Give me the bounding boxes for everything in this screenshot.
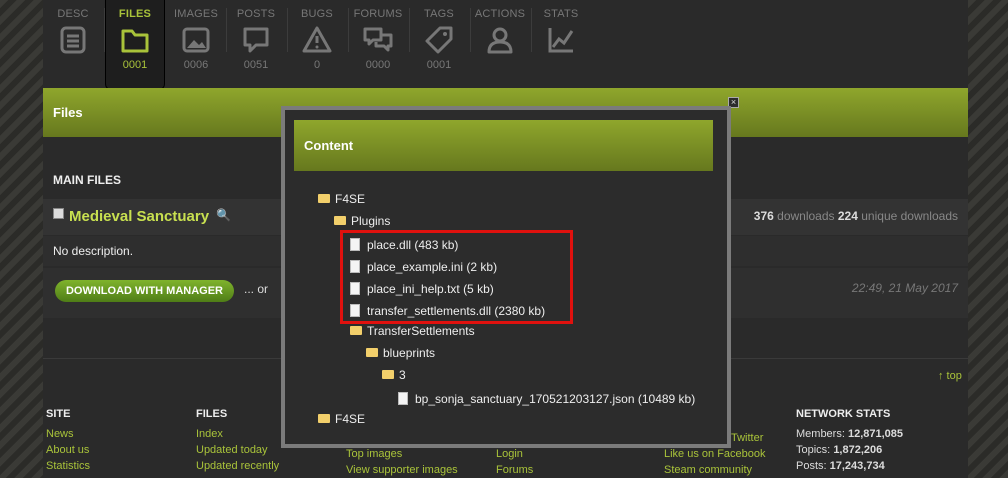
folder-icon	[318, 194, 330, 203]
main-files-heading: MAIN FILES	[53, 173, 121, 187]
footer-link[interactable]: About us	[46, 442, 90, 458]
highlight-box	[340, 230, 573, 324]
tab-label: DESC	[57, 8, 89, 20]
footer-link[interactable]: Updated today	[196, 442, 279, 458]
file-name-link[interactable]: Medieval Sanctuary	[69, 208, 209, 225]
folder-icon	[334, 216, 346, 225]
tab-bugs[interactable]: BUGS 0	[287, 0, 347, 90]
file-icon	[398, 392, 408, 405]
file-date: 22:49, 21 May 2017	[851, 281, 958, 295]
folder-icon	[121, 29, 149, 53]
tree-folder[interactable]: TransferSettlements	[350, 324, 475, 338]
tag-icon	[425, 26, 453, 54]
tab-stats[interactable]: STATS	[531, 0, 591, 90]
folder-icon	[350, 326, 362, 335]
tab-label: ACTIONS	[474, 8, 526, 20]
user-icon	[487, 27, 513, 54]
footer-link[interactable]: Statistics	[46, 458, 90, 474]
footer-files: FILES Index Updated today Updated recent…	[196, 408, 280, 474]
tree-folder[interactable]: 3	[382, 368, 406, 382]
tab-images[interactable]: IMAGES 0006	[166, 0, 226, 90]
tab-label: POSTS	[236, 8, 276, 20]
speech-bubble-icon	[243, 27, 269, 53]
tab-label: FORUMS	[353, 8, 403, 20]
footer-link[interactable]: News	[46, 426, 90, 442]
tab-actions[interactable]: ACTIONS	[470, 0, 530, 90]
or-text: ... or	[244, 282, 269, 296]
tab-count: 0000	[365, 59, 391, 71]
tab-label: BUGS	[301, 8, 333, 20]
topics-stat: Topics: 1,872,206	[796, 444, 883, 456]
footer-link[interactable]: Top images	[346, 446, 458, 462]
tab-count: 0	[313, 59, 321, 71]
tab-count: 0051	[243, 59, 269, 71]
members-stat: Members: 12,871,085	[796, 428, 904, 440]
tab-count: 0001	[426, 59, 452, 71]
footer-site: SITE News About us Statistics	[46, 408, 91, 474]
tab-count: 0006	[183, 59, 209, 71]
footer-link[interactable]: Updated recently	[196, 458, 279, 474]
steam-link[interactable]: Steam community	[646, 462, 766, 478]
top-link[interactable]: ↑ top	[938, 370, 962, 382]
chat-bubbles-icon	[363, 27, 393, 52]
folder-icon	[382, 370, 394, 379]
chart-icon	[548, 28, 574, 53]
download-stats: 376 downloads 224 unique downloads	[753, 209, 958, 223]
files-title: Files	[53, 105, 83, 120]
folder-icon	[318, 414, 330, 423]
tree-folder[interactable]: F4SE	[318, 192, 365, 206]
footer-network-stats: NETWORK STATS Members: 12,871,085 Topics…	[796, 408, 904, 472]
tab-desc[interactable]: DESC	[43, 0, 103, 90]
footer-link[interactable]: View supporter images	[346, 462, 458, 478]
document-icon	[60, 26, 86, 54]
footer-link[interactable]: Index	[196, 426, 279, 442]
footer-account: Login Forums	[496, 446, 533, 478]
folder-icon	[366, 348, 378, 357]
footer-link[interactable]: Login	[496, 446, 533, 462]
warning-icon	[302, 26, 332, 53]
tab-count: 0001	[122, 59, 148, 71]
tree-folder[interactable]: blueprints	[366, 346, 435, 360]
left-decoration	[0, 0, 43, 478]
facebook-link[interactable]: Like us on Facebook	[646, 446, 766, 462]
tab-label: STATS	[543, 8, 579, 20]
tree-folder[interactable]: F4SE	[318, 412, 365, 426]
tab-files[interactable]: FILES 0001	[105, 0, 165, 90]
modal-header: Content	[294, 120, 713, 171]
tab-forums[interactable]: FORUMS 0000	[348, 0, 408, 90]
disk-icon	[53, 208, 64, 219]
tab-label: IMAGES	[174, 8, 218, 20]
footer-images: Top images View supporter images	[346, 446, 458, 478]
footer-link[interactable]: Forums	[496, 462, 533, 478]
image-icon	[182, 27, 210, 53]
download-with-manager-button[interactable]: DOWNLOAD WITH MANAGER	[55, 280, 234, 302]
posts-stat: Posts: 17,243,734	[796, 460, 885, 472]
tree-file[interactable]: bp_sonja_sanctuary_170521203127.json (10…	[398, 390, 695, 406]
tab-label: TAGS	[424, 8, 454, 20]
right-decoration	[968, 0, 1008, 478]
tree-folder[interactable]: Plugins	[334, 214, 390, 228]
tab-label: FILES	[118, 8, 152, 20]
tab-tags[interactable]: TAGS 0001	[409, 0, 469, 90]
magnifier-icon[interactable]: 🔍	[216, 208, 231, 222]
tab-posts[interactable]: POSTS 0051	[226, 0, 286, 90]
modal-title: Content	[304, 138, 354, 153]
